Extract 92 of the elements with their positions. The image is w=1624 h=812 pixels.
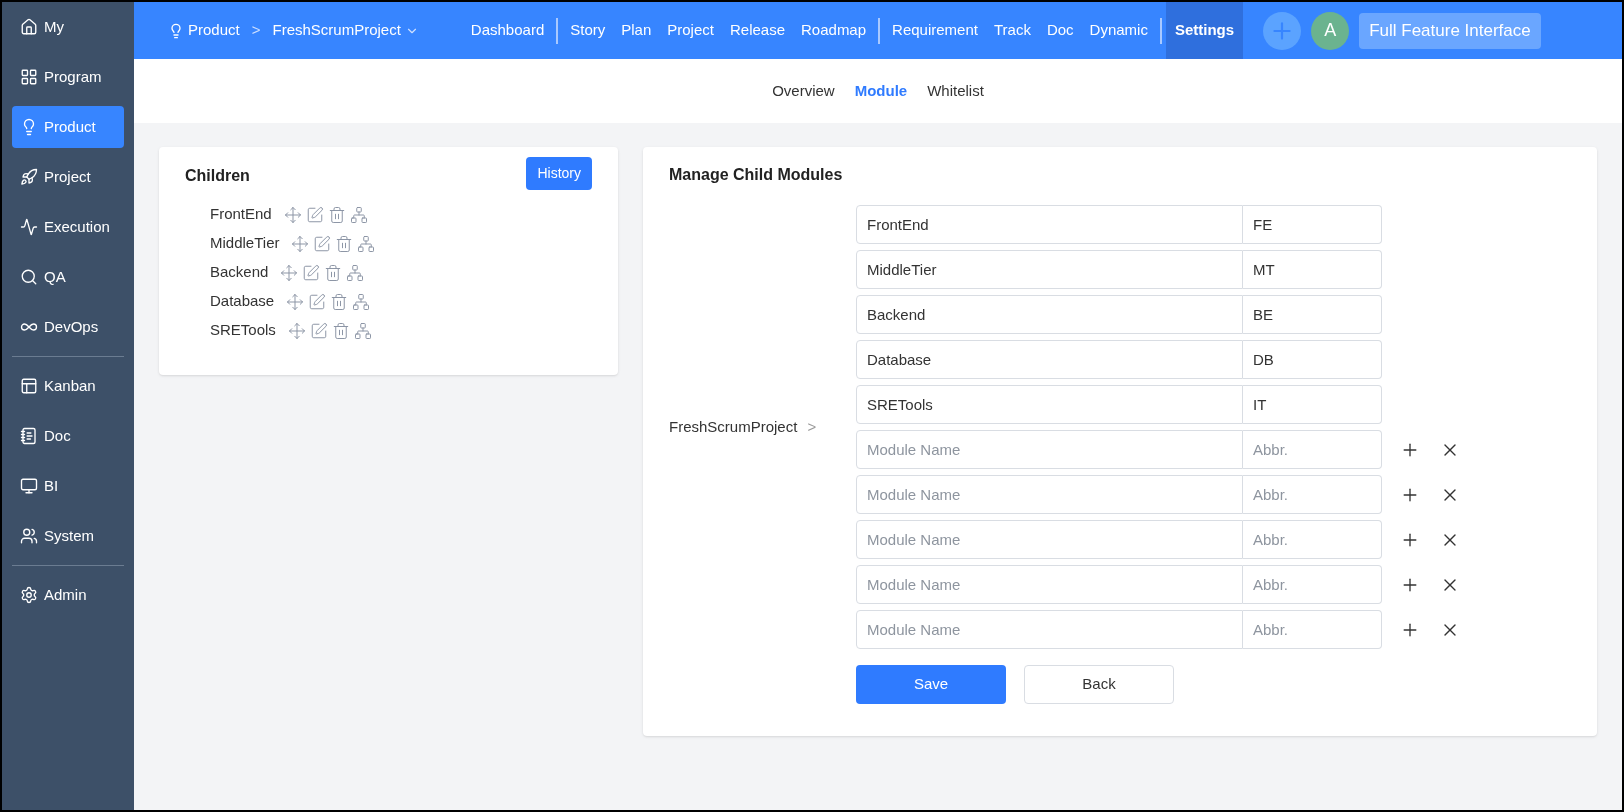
move-icon[interactable]: [287, 321, 306, 340]
edit-icon[interactable]: [302, 263, 321, 282]
abbreviation-field[interactable]: Abbr.: [1243, 520, 1382, 559]
module-name: FrontEnd: [210, 204, 272, 225]
module-name: Database: [210, 291, 275, 312]
module-name-field[interactable]: MiddleTier: [856, 250, 1243, 289]
sidebar-item[interactable]: BI: [12, 465, 124, 507]
nav-tab[interactable]: Track: [985, 2, 1039, 59]
module-name-field[interactable]: Backend: [856, 295, 1243, 334]
search-icon: [20, 268, 38, 286]
chevron-text: >: [807, 416, 817, 437]
abbreviation-field[interactable]: Abbr.: [1243, 430, 1382, 469]
sub-tab[interactable]: Module: [854, 79, 908, 103]
abbreviation-field[interactable]: Abbr.: [1243, 565, 1382, 604]
edit-icon[interactable]: [305, 205, 324, 224]
hierarchy-icon[interactable]: [349, 205, 368, 224]
edit-icon[interactable]: [309, 321, 328, 340]
project-dropdown[interactable]: FreshScrumProject: [272, 19, 419, 42]
module-name-field[interactable]: Module Name: [856, 430, 1243, 469]
breadcrumb-separator: >: [251, 20, 261, 41]
abbreviation-field[interactable]: Abbr.: [1243, 610, 1382, 649]
users-icon: [20, 527, 38, 545]
sidebar-item[interactable]: Program: [12, 56, 124, 98]
module-name: Backend: [210, 262, 269, 283]
card-title: Children: [185, 165, 250, 186]
parent-module-label: FreshScrumProject: [669, 416, 798, 437]
back-button[interactable]: Back: [1024, 665, 1174, 704]
abbreviation-field[interactable]: DB: [1243, 340, 1382, 379]
board-icon: [20, 377, 38, 395]
sidebar-item[interactable]: Project: [12, 156, 124, 198]
sidebar-item[interactable]: Execution: [12, 206, 124, 248]
nav-tab[interactable]: Settings: [1165, 2, 1244, 59]
rocket-icon: [20, 168, 38, 186]
sidebar-item[interactable]: System: [12, 515, 124, 557]
module-name-field[interactable]: Module Name: [856, 610, 1243, 649]
edit-icon[interactable]: [313, 234, 332, 253]
abbreviation-field[interactable]: FE: [1243, 205, 1382, 244]
sidebar-item[interactable]: DevOps: [12, 306, 124, 348]
hierarchy-icon[interactable]: [357, 234, 376, 253]
hierarchy-icon[interactable]: [346, 263, 365, 282]
module-name-field[interactable]: Module Name: [856, 565, 1243, 604]
module-name-field[interactable]: Module Name: [856, 475, 1243, 514]
module-name-field[interactable]: SRETools: [856, 385, 1243, 424]
sidebar-item[interactable]: My: [12, 6, 124, 48]
move-icon[interactable]: [291, 234, 310, 253]
nav-tab[interactable]: Doc: [1038, 2, 1082, 59]
nav-tab[interactable]: Dynamic: [1081, 2, 1156, 59]
nav-tab[interactable]: Story: [562, 2, 614, 59]
move-icon[interactable]: [280, 263, 299, 282]
delete-icon[interactable]: [335, 234, 354, 253]
sidebar-item[interactable]: Product: [12, 106, 124, 148]
sidebar-item[interactable]: Kanban: [12, 365, 124, 407]
history-button[interactable]: History: [526, 157, 592, 190]
nav-tab[interactable]: Requirement: [884, 2, 986, 59]
nav-tab[interactable]: Release: [721, 2, 793, 59]
abbreviation-field[interactable]: Abbr.: [1243, 475, 1382, 514]
sub-tab[interactable]: Overview: [772, 79, 835, 103]
hierarchy-icon[interactable]: [352, 292, 371, 311]
delete-icon[interactable]: [324, 263, 343, 282]
nav-tab[interactable]: Roadmap: [793, 2, 875, 59]
lightbulb-icon: [168, 22, 184, 39]
sidebar-item[interactable]: Doc: [12, 415, 124, 457]
move-icon[interactable]: [286, 292, 305, 311]
edit-icon[interactable]: [308, 292, 327, 311]
notebook-icon: [20, 427, 38, 445]
save-button[interactable]: Save: [856, 665, 1006, 704]
monitor-icon: [20, 477, 38, 495]
nav-tab[interactable]: Dashboard: [462, 2, 553, 59]
sidebar-item[interactable]: Admin: [12, 574, 124, 616]
module-name-field[interactable]: FrontEnd: [856, 205, 1243, 244]
delete-icon[interactable]: [327, 205, 346, 224]
move-icon[interactable]: [283, 205, 302, 224]
card-title: Manage Child Modules: [669, 165, 844, 185]
delete-icon[interactable]: [331, 321, 350, 340]
sidebar-item[interactable]: QA: [12, 256, 124, 298]
sub-tab[interactable]: Whitelist: [927, 79, 984, 103]
module-name: MiddleTier: [210, 233, 280, 254]
abbreviation-field[interactable]: BE: [1243, 295, 1382, 334]
module-name-field[interactable]: Database: [856, 340, 1243, 379]
hierarchy-icon[interactable]: [353, 321, 372, 340]
nav-tab[interactable]: Project: [659, 2, 722, 59]
settings-icon: [20, 586, 38, 604]
nav-tab[interactable]: Plan: [613, 2, 660, 59]
module-name: SRETools: [210, 320, 276, 341]
home-icon: [20, 18, 38, 36]
delete-icon[interactable]: [330, 292, 349, 311]
module-name-field[interactable]: Module Name: [856, 520, 1243, 559]
abbreviation-field[interactable]: MT: [1243, 250, 1382, 289]
grid-icon: [20, 68, 38, 86]
pulse-icon: [20, 218, 38, 236]
abbreviation-field[interactable]: IT: [1243, 385, 1382, 424]
breadcrumb-link[interactable]: Product: [168, 19, 240, 42]
